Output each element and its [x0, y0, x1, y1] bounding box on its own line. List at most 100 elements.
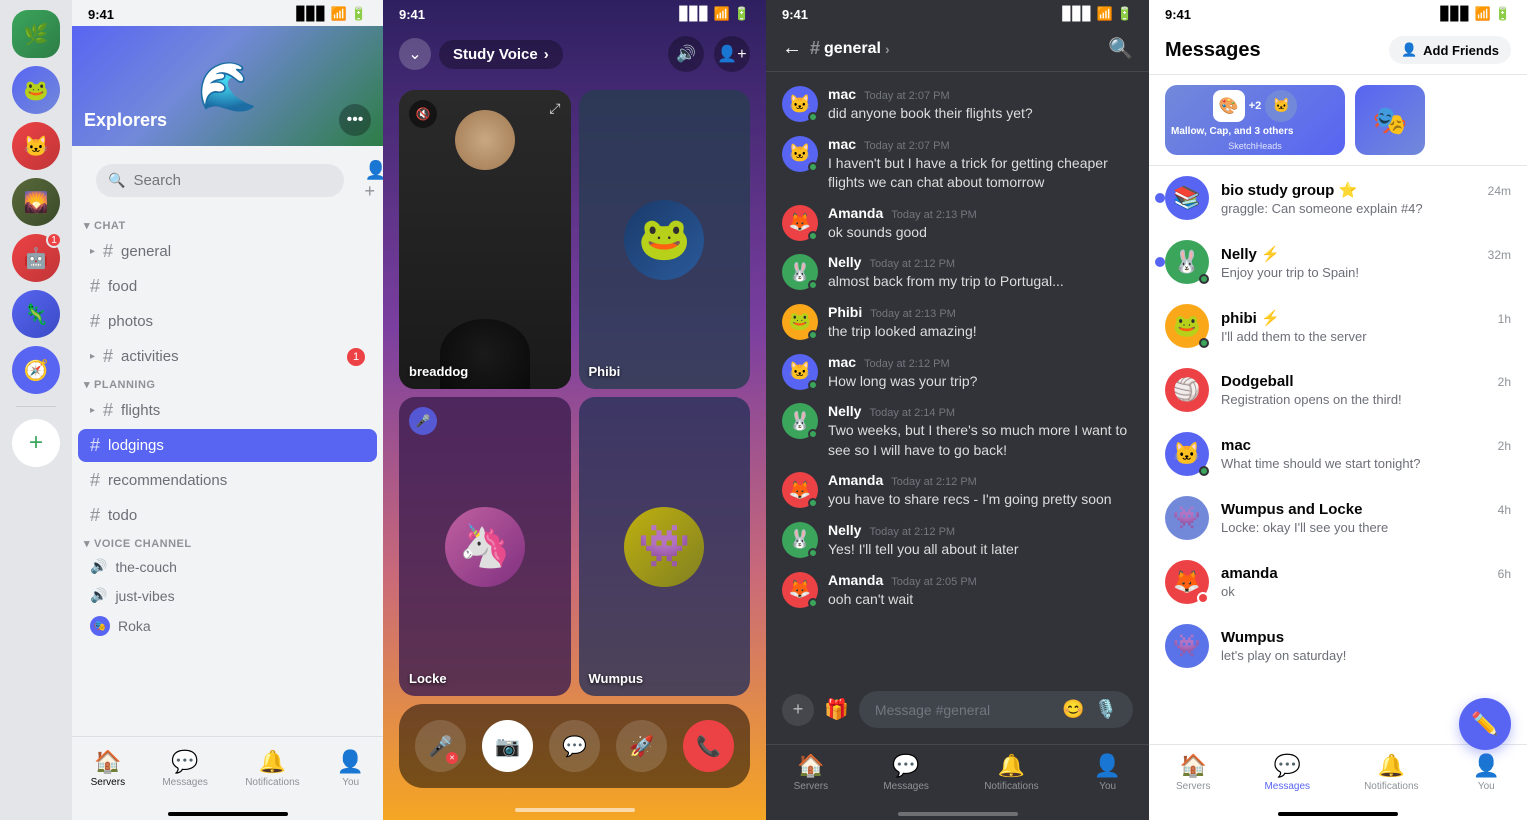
add-friends-label: Add Friends [1423, 43, 1499, 58]
signal-icon-2: ▊▊▊ [680, 6, 710, 22]
section-chat[interactable]: ▾ CHAT [72, 215, 383, 234]
status-nelly-msg [1199, 274, 1209, 284]
conversation-amanda[interactable]: 🦊 amanda 6h ok [1149, 550, 1527, 614]
chat-header-left: ← # general › [782, 37, 890, 60]
server-icon-6[interactable]: 🦎 [12, 290, 60, 338]
server-icon-explorers[interactable]: 🧭 [12, 346, 60, 394]
server-banner-overlay: Explorers ••• [72, 94, 383, 146]
conversation-dodgeball[interactable]: 🏐 Dodgeball 2h Registration opens on the… [1149, 358, 1527, 422]
chat-input-field[interactable]: Message #general 😊 🎙️ [859, 691, 1133, 728]
message-header-8: Amanda Today at 2:12 PM [828, 472, 1133, 488]
video-tile-breaddog[interactable]: 🔇 ⤢ breaddog [399, 90, 571, 389]
conv-name-amanda: amanda [1221, 565, 1278, 582]
chat-gift-button[interactable]: 🎁 [824, 697, 849, 722]
conversation-wumpus-locke[interactable]: 👾 Wumpus and Locke 4h Locke: okay I'll s… [1149, 486, 1527, 550]
server-icon-5[interactable]: 🤖 1 [12, 234, 60, 282]
add-friends-button[interactable]: 👤 Add Friends [1389, 36, 1511, 64]
msg-notifications-icon: 🔔 [1378, 753, 1405, 779]
channel-todo[interactable]: # todo [78, 499, 377, 532]
voice-channel-roka[interactable]: 🎭 Roka [78, 611, 377, 641]
video-tile-phibi[interactable]: 🐸 Phibi [579, 90, 751, 389]
channel-food[interactable]: # food [78, 270, 377, 303]
chat-nav-messages[interactable]: 💬 Messages [883, 753, 929, 792]
messages-header: Messages 👤 Add Friends [1149, 26, 1527, 75]
section-planning[interactable]: ▾ PLANNING [72, 374, 383, 393]
voice-channel-name-vibes: just-vibes [115, 588, 174, 604]
chat-add-button[interactable]: + [782, 694, 814, 726]
voice-channel-couch[interactable]: 🔊 the-couch [78, 553, 377, 580]
conversation-bio-study[interactable]: 📚 bio study group ⭐ 24m graggle: Can som… [1149, 166, 1527, 230]
wumpus-avatar: 👾 [624, 507, 704, 587]
panel-voice-call: 9:41 ▊▊▊ 📶 🔋 ⌄ Study Voice › 🔊 👤+ [383, 0, 766, 820]
channel-photos[interactable]: # photos [78, 305, 377, 338]
server-icon-1[interactable]: 🌿 [12, 10, 60, 58]
nav-notifications[interactable]: 🔔 Notifications [237, 745, 307, 792]
server-icon-3[interactable]: 🐱 [12, 122, 60, 170]
server-menu-button[interactable]: ••• [339, 104, 371, 136]
voice-channel-name-couch: the-couch [115, 559, 176, 575]
story-card-sketchheads[interactable]: 🎨 +2 🐱 Mallow, Cap, and 3 others SketchH… [1165, 85, 1345, 155]
story-card-2[interactable]: 🎭 [1355, 85, 1425, 155]
mute-button[interactable]: 🎤 ✕ [415, 720, 466, 772]
end-call-button[interactable]: 📞 [683, 720, 734, 772]
msg-nav-messages[interactable]: 💬 Messages [1264, 753, 1310, 792]
locke-name: Locke [409, 671, 447, 686]
voice-channel-vibes[interactable]: 🔊 just-vibes [78, 582, 377, 609]
channel-general[interactable]: ▸ # general [78, 235, 377, 268]
chat-input-bar: + 🎁 Message #general 😊 🎙️ [766, 681, 1149, 744]
avatar-mac-1: 🐱 [782, 86, 818, 122]
timestamp-7: Today at 2:14 PM [869, 407, 955, 419]
chat-nav-you[interactable]: 👤 You [1094, 753, 1121, 792]
message-text-10: ooh can't wait [828, 590, 1133, 610]
call-adduser-button[interactable]: 👤+ [714, 36, 750, 72]
video-grid: 🔇 ⤢ breaddog 🐸 Phibi 🦄 🎤 Locke [383, 82, 766, 704]
conversation-nelly[interactable]: 🐰 Nelly ⚡ 32m Enjoy your trip to Spain! [1149, 230, 1527, 294]
chat-back-button[interactable]: ← [782, 37, 802, 60]
story-title-sketchheads: Mallow, Cap, and 3 others [1171, 126, 1339, 137]
chat-button[interactable]: 💬 [549, 720, 600, 772]
nav-you[interactable]: 👤 You [329, 745, 372, 792]
search-input[interactable] [133, 172, 332, 189]
message-header-4: Nelly Today at 2:12 PM [828, 254, 1133, 270]
hash-icon-photos: # [90, 311, 100, 332]
channel-list: 9:41 ▊▊▊ 📶 🔋 🌊 Explorers ••• 🔍 👤+ [72, 0, 383, 820]
boost-button[interactable]: 🚀 [616, 720, 667, 772]
channel-activities[interactable]: ▸ # activities 1 [78, 340, 377, 373]
panel-server-list: 🌿 🐸 🐱 🌄 🤖 1 🦎 🧭 + 9:41 ▊▊▊ 📶 🔋 🌊 Explore… [0, 0, 383, 820]
call-title-chevron: › [544, 46, 549, 63]
search-bar[interactable]: 🔍 [96, 164, 344, 197]
call-speaker-button[interactable]: 🔊 [668, 36, 704, 72]
msg-nav-you[interactable]: 👤 You [1473, 753, 1500, 792]
channel-flights[interactable]: ▸ # flights [78, 394, 377, 427]
conversation-phibi[interactable]: 🐸 phibi ⚡ 1h I'll add them to the server [1149, 294, 1527, 358]
conv-time-nelly: 32m [1488, 248, 1511, 262]
channel-recommendations[interactable]: # recommendations [78, 464, 377, 497]
nav-servers[interactable]: 🏠 Servers [83, 745, 133, 792]
add-server-button[interactable]: + [12, 419, 60, 467]
server-icon-4[interactable]: 🌄 [12, 178, 60, 226]
msg-nav-notifications[interactable]: 🔔 Notifications [1364, 753, 1418, 792]
compose-button[interactable]: ✏️ [1459, 698, 1511, 750]
section-voice[interactable]: ▾ VOICE CHANNEL [72, 533, 383, 552]
conversation-wumpus[interactable]: 👾 Wumpus let's play on saturday! [1149, 614, 1527, 678]
channel-lodgings[interactable]: # lodgings [78, 429, 377, 462]
chat-search-button[interactable]: 🔍 [1108, 36, 1133, 61]
chat-icon: 💬 [562, 734, 587, 759]
chat-nav-servers[interactable]: 🏠 Servers [794, 753, 828, 792]
conv-content-nelly: Nelly ⚡ 32m Enjoy your trip to Spain! [1221, 245, 1511, 280]
nav-messages[interactable]: 💬 Messages [154, 745, 216, 792]
chat-mic-button[interactable]: 🎙️ [1095, 699, 1117, 720]
call-back-button[interactable]: ⌄ [399, 38, 431, 70]
chat-emoji-button[interactable]: 😊 [1062, 699, 1084, 720]
call-title-chip[interactable]: Study Voice › [439, 40, 563, 69]
video-tile-locke[interactable]: 🦄 🎤 Locke [399, 397, 571, 696]
conversation-mac[interactable]: 🐱 mac 2h What time should we start tonig… [1149, 422, 1527, 486]
server-icon-2[interactable]: 🐸 [12, 66, 60, 114]
wifi-icon-1: 📶 [331, 6, 347, 22]
video-button[interactable]: 📷 [482, 720, 533, 772]
add-member-button[interactable]: 👤+ [364, 165, 383, 197]
conv-content-wumpus-locke: Wumpus and Locke 4h Locke: okay I'll see… [1221, 501, 1511, 535]
video-tile-wumpus[interactable]: 👾 Wumpus [579, 397, 751, 696]
chat-nav-notifications[interactable]: 🔔 Notifications [984, 753, 1038, 792]
msg-nav-servers[interactable]: 🏠 Servers [1176, 753, 1210, 792]
